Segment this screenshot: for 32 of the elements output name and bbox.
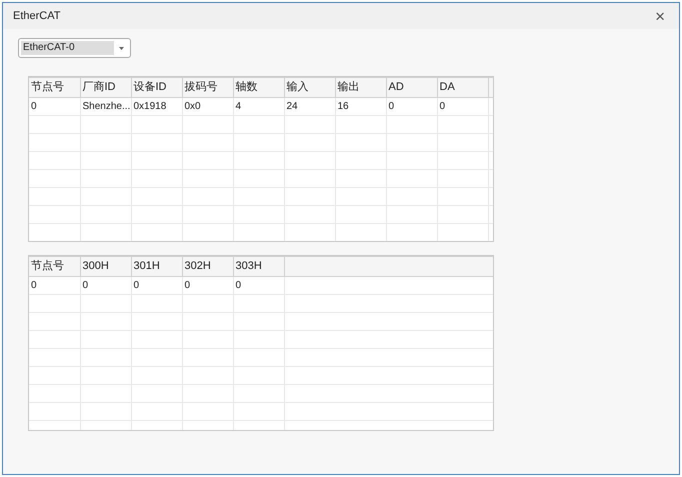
- table-cell: 0: [29, 98, 80, 116]
- table-cell: 0: [386, 98, 437, 116]
- device-dropdown[interactable]: EtherCAT-0: [18, 38, 131, 58]
- column-header[interactable]: 节点号: [29, 78, 80, 98]
- column-header[interactable]: 302H: [182, 256, 233, 276]
- column-header[interactable]: 节点号: [29, 256, 80, 276]
- table-cell: 0: [29, 276, 80, 294]
- table-cell: 0: [131, 276, 182, 294]
- column-header[interactable]: AD: [386, 78, 437, 98]
- table-cell: Shenzhe...: [80, 98, 131, 116]
- column-header[interactable]: 输入: [284, 78, 335, 98]
- column-header[interactable]: 厂商ID: [80, 78, 131, 98]
- table-cell: 24: [284, 98, 335, 116]
- close-button[interactable]: ×: [651, 8, 669, 24]
- column-header[interactable]: 303H: [233, 256, 284, 276]
- caret-icon: [118, 46, 124, 50]
- window-title: EtherCAT: [13, 8, 60, 24]
- column-header[interactable]: 301H: [131, 256, 182, 276]
- column-header[interactable]: DA: [437, 78, 488, 98]
- table-cell: 16: [335, 98, 386, 116]
- table-cell: 0x1918: [131, 98, 182, 116]
- table-cell: 0: [80, 276, 131, 294]
- table-cell: 0x0: [182, 98, 233, 116]
- column-header[interactable]: 输出: [335, 78, 386, 98]
- table-cell: 0: [437, 98, 488, 116]
- column-header[interactable]: 拔码号: [182, 78, 233, 98]
- column-header[interactable]: 300H: [80, 256, 131, 276]
- table-cell: 0: [182, 276, 233, 294]
- column-header[interactable]: 设备ID: [131, 78, 182, 98]
- column-header[interactable]: 轴数: [233, 78, 284, 98]
- table-cell: 0: [233, 276, 284, 294]
- table-cell: 4: [233, 98, 284, 116]
